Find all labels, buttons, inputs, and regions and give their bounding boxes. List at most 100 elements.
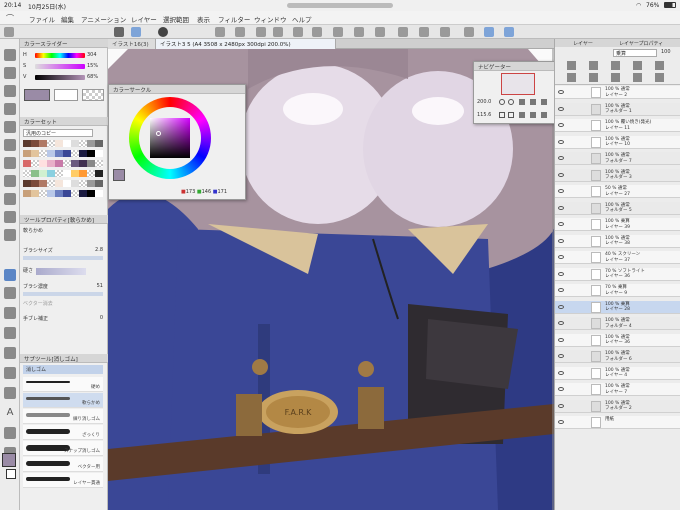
ruler-icon[interactable] — [464, 27, 474, 37]
color-swatch[interactable] — [95, 180, 103, 187]
lock-icon[interactable] — [611, 61, 620, 70]
menu-view[interactable]: 表示 — [197, 14, 210, 24]
menu-file[interactable]: ファイル — [29, 14, 55, 24]
layer-row[interactable]: 50 % 通常 レイヤー 27 — [555, 185, 680, 198]
layer-row[interactable]: 100 % 通常 レイヤー 7 — [555, 383, 680, 396]
color-swatch[interactable] — [63, 180, 71, 187]
clear-icon[interactable] — [293, 27, 303, 37]
zoom-value[interactable]: 200.0 — [477, 99, 491, 105]
delete-layer-icon[interactable] — [655, 73, 664, 82]
ruler-edit-icon[interactable] — [484, 27, 494, 37]
color-swatch[interactable] — [79, 170, 87, 177]
merge-down-icon[interactable] — [633, 73, 642, 82]
tab-layer-property[interactable]: レイヤープロパティ — [619, 40, 663, 47]
crop-icon[interactable] — [215, 27, 225, 37]
color-swatch[interactable] — [31, 190, 39, 197]
menu-filter[interactable]: フィルター — [218, 14, 250, 24]
visibility-icon[interactable] — [558, 337, 564, 342]
app-logo-icon[interactable]: ⌒ — [6, 13, 14, 24]
rotate-right-icon[interactable] — [508, 112, 514, 118]
new-vector-layer-icon[interactable] — [589, 73, 598, 82]
selection-tool-icon[interactable] — [4, 103, 16, 115]
color-swatch[interactable] — [95, 170, 103, 177]
fill-icon[interactable] — [235, 27, 245, 37]
gradient-tool-icon[interactable] — [4, 327, 16, 339]
deselect-icon[interactable] — [333, 27, 343, 37]
layer-row[interactable]: 用紙 — [555, 416, 680, 429]
color-swatch[interactable] — [55, 180, 63, 187]
mask-icon[interactable] — [655, 61, 664, 70]
color-swatch[interactable] — [39, 150, 47, 157]
color-swatch[interactable] — [47, 180, 55, 187]
layer-row[interactable]: 100 % 通常 レイヤー 10 — [555, 135, 680, 149]
visibility-icon[interactable] — [558, 189, 564, 193]
layer-row[interactable]: 100 % 乗算 レイヤー 28 — [555, 300, 680, 314]
color-swatch[interactable] — [23, 180, 31, 187]
layer-row[interactable]: 100 % 通常 フォルダー 6 — [555, 350, 680, 363]
airbrush-tool-icon[interactable] — [4, 229, 16, 241]
lasso-tool-icon[interactable] — [4, 121, 16, 133]
brush-mode-icon[interactable] — [131, 27, 141, 37]
color-swatch[interactable] — [71, 170, 79, 177]
sub-color-swatch[interactable] — [6, 469, 16, 479]
color-swatch[interactable] — [95, 150, 103, 157]
brush-tool-icon[interactable] — [4, 211, 16, 223]
visibility-icon[interactable] — [558, 271, 564, 276]
layer-row[interactable]: 100 % 覆い焼き(発光) レイヤー 11 — [555, 119, 680, 132]
visibility-icon[interactable] — [558, 420, 564, 424]
color-swatch[interactable] — [47, 160, 55, 167]
new-raster-layer-icon[interactable] — [567, 73, 576, 82]
fill-bucket-icon[interactable] — [440, 27, 450, 37]
color-swatch[interactable] — [63, 160, 71, 167]
color-swatch[interactable] — [71, 180, 79, 187]
brush-rough[interactable]: ざっくり — [23, 425, 103, 440]
layer-row[interactable]: 100 % 通常 レイヤー 4 — [555, 366, 680, 380]
color-swatch[interactable] — [79, 140, 87, 147]
hamburger-menu-icon[interactable] — [114, 27, 124, 37]
layer-row[interactable]: 100 % 通常 フォルダー 7 — [555, 152, 680, 165]
visibility-icon[interactable] — [558, 403, 564, 408]
hand-tool-icon[interactable] — [4, 67, 16, 79]
angle-value[interactable]: 115.6 — [477, 112, 491, 118]
color-swatch[interactable] — [79, 160, 87, 167]
color-swatch[interactable] — [39, 140, 47, 147]
visibility-icon[interactable] — [558, 370, 564, 375]
flip-vertical-icon[interactable] — [541, 112, 547, 118]
layer-row[interactable]: 100 % 通常 フォルダー 1 — [555, 102, 680, 116]
layer-row[interactable]: 70 % ソフトライト レイヤー 36 — [555, 267, 680, 281]
color-swatch[interactable] — [87, 140, 95, 147]
pencil-tool-icon[interactable] — [4, 193, 16, 205]
color-swatch[interactable] — [63, 140, 71, 147]
color-swatch[interactable] — [23, 140, 31, 147]
color-swatch[interactable] — [95, 160, 103, 167]
pen-tool-icon[interactable] — [4, 175, 16, 187]
ruler-snap-icon[interactable] — [419, 27, 429, 37]
color-swatch[interactable] — [55, 140, 63, 147]
perspective-ruler-icon[interactable] — [504, 27, 514, 37]
visibility-icon[interactable] — [558, 156, 564, 160]
vector-eraser-row[interactable]: ベクター消去 — [23, 300, 105, 308]
brush-size-row[interactable]: ブラシサイズ 2.8 — [23, 247, 105, 255]
zoom-out-icon[interactable] — [499, 99, 505, 105]
color-swatch[interactable] — [55, 160, 63, 167]
ruler-tool-icon[interactable] — [4, 387, 16, 399]
actual-size-icon[interactable] — [530, 99, 536, 105]
brush-through-layer[interactable]: レイヤー貫通 — [23, 473, 103, 488]
visibility-icon[interactable] — [558, 354, 564, 358]
value-slider[interactable]: V 68% — [23, 74, 105, 81]
zoom-tool-icon[interactable] — [4, 49, 16, 61]
brush-hard[interactable]: 硬め — [23, 377, 103, 392]
color-picker-icon[interactable] — [158, 27, 168, 37]
brush-size-bar[interactable] — [23, 256, 103, 260]
flip-horizontal-icon[interactable] — [530, 112, 536, 118]
select-layer-icon[interactable] — [375, 27, 385, 37]
menu-layer[interactable]: レイヤー — [131, 14, 157, 24]
color-swatch[interactable] — [55, 150, 63, 157]
color-swatch[interactable] — [71, 140, 79, 147]
current-color-swatch[interactable] — [24, 89, 50, 101]
color-swatch[interactable] — [31, 170, 39, 177]
hue-slider[interactable]: H 304 — [23, 52, 105, 59]
visibility-icon[interactable] — [558, 205, 564, 210]
saturation-track[interactable] — [35, 64, 85, 69]
hardness-bar[interactable] — [36, 268, 86, 275]
